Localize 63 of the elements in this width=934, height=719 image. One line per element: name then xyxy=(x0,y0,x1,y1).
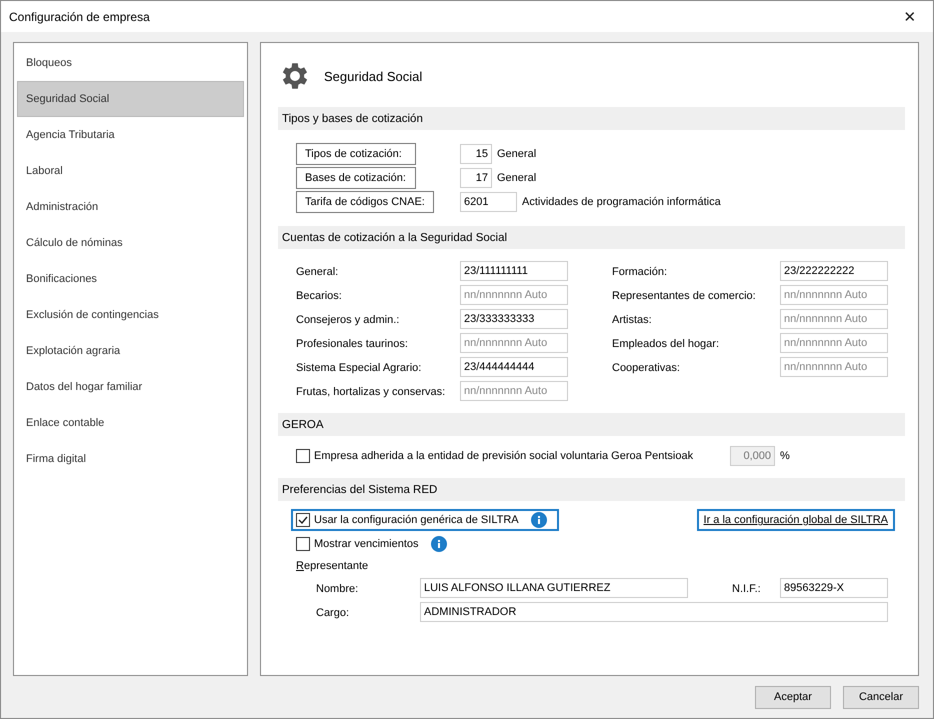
lookup-button[interactable]: Tipos de cotización: xyxy=(296,143,416,166)
account-field[interactable]: 23/222222222 xyxy=(780,261,888,282)
dialog-button[interactable]: Aceptar xyxy=(755,686,831,709)
field-label: Representantes de comercio: xyxy=(612,289,757,302)
field-label: Profesionales taurinos: xyxy=(296,337,409,350)
account-field[interactable]: 23/444444444 xyxy=(460,357,568,378)
field-label: Formación: xyxy=(612,265,668,278)
section-header: Cuentas de cotización a la Seguridad Social xyxy=(278,226,905,250)
group-label: Representante xyxy=(296,560,370,572)
sidebar-item[interactable]: Laboral xyxy=(17,153,244,190)
account-field[interactable]: nn/nnnnnnn Auto xyxy=(460,381,568,402)
code-description: General xyxy=(497,172,536,184)
account-field[interactable]: 23/111111111 xyxy=(460,261,568,282)
window-title: Configuración de empresa xyxy=(9,10,150,24)
percent-unit: % xyxy=(780,450,790,462)
sidebar-item[interactable]: Seguridad Social xyxy=(17,81,244,118)
account-field[interactable]: nn/nnnnnnn Auto xyxy=(780,285,888,306)
sidebar-item[interactable]: Explotación agraria xyxy=(17,333,244,370)
account-field[interactable]: nn/nnnnnnn Auto xyxy=(460,285,568,306)
field-label: Empleados del hogar: xyxy=(612,337,720,350)
field-label: Nombre: xyxy=(316,582,360,596)
account-field[interactable]: 23/333333333 xyxy=(460,309,568,330)
sidebar-item[interactable]: Bonificaciones xyxy=(17,261,244,298)
field-label: General: xyxy=(296,265,340,278)
sidebar-item[interactable]: Datos del hogar familiar xyxy=(17,369,244,406)
checkbox-label: Mostrar vencimientos xyxy=(314,538,419,550)
account-field[interactable]: nn/nnnnnnn Auto xyxy=(780,333,888,354)
checkbox-label: Usar la configuración genérica de SILTRA xyxy=(314,514,519,526)
section-header: Tipos y bases de cotización xyxy=(278,107,905,130)
sidebar-item[interactable]: Firma digital xyxy=(17,441,244,478)
checkbox-label: Empresa adherida a la entidad de previsión social voluntaria Geroa Pentsioak xyxy=(314,450,694,462)
dialog-button[interactable]: Cancelar xyxy=(843,686,919,709)
page-title: Seguridad Social xyxy=(324,68,422,84)
section-header: GEROA xyxy=(278,413,905,436)
code-field[interactable]: 15 xyxy=(460,144,492,164)
lookup-button[interactable]: Bases de cotización: xyxy=(296,167,416,190)
field-label: Cargo: xyxy=(316,606,350,620)
sidebar-item[interactable]: Agencia Tributaria xyxy=(17,117,244,154)
field-label: Consejeros y admin.: xyxy=(296,313,400,326)
field-label: Sistema Especial Agrario: xyxy=(296,361,422,374)
sidebar-item[interactable]: Cálculo de nóminas xyxy=(17,225,244,262)
account-field[interactable]: nn/nnnnnnn Auto xyxy=(460,333,568,354)
siltra-link[interactable]: Ir a la configuración global de SILTRA xyxy=(696,509,895,532)
field-label: N.I.F.: xyxy=(732,582,762,596)
code-field[interactable]: 6201 xyxy=(460,192,517,212)
lookup-button[interactable]: Tarifa de códigos CNAE: xyxy=(296,191,434,214)
field-label: Artistas: xyxy=(612,313,653,326)
field-label: Cooperativas: xyxy=(612,361,681,374)
code-description: Actividades de programación informática xyxy=(522,196,721,208)
sidebar-item[interactable]: Enlace contable xyxy=(17,405,244,442)
account-field[interactable]: nn/nnnnnnn Auto xyxy=(780,357,888,378)
code-field[interactable]: 17 xyxy=(460,168,492,188)
section-header: Preferencias del Sistema RED xyxy=(278,478,905,502)
name-field[interactable]: LUIS ALFONSO ILLANA GUTIERREZ xyxy=(420,578,688,598)
account-field[interactable]: nn/nnnnnnn Auto xyxy=(780,309,888,330)
code-description: General xyxy=(497,148,536,160)
field-label: Frutas, hortalizas y conservas: xyxy=(296,385,446,398)
sidebar-item[interactable]: Bloqueos xyxy=(17,45,244,82)
position-field[interactable]: ADMINISTRADOR xyxy=(420,602,888,622)
sidebar-item[interactable]: Administración xyxy=(17,189,244,226)
sidebar-item[interactable]: Exclusión de contingencias xyxy=(17,297,244,334)
field-label: Becarios: xyxy=(296,289,343,302)
nif-field[interactable]: 89563229-X xyxy=(780,578,888,598)
